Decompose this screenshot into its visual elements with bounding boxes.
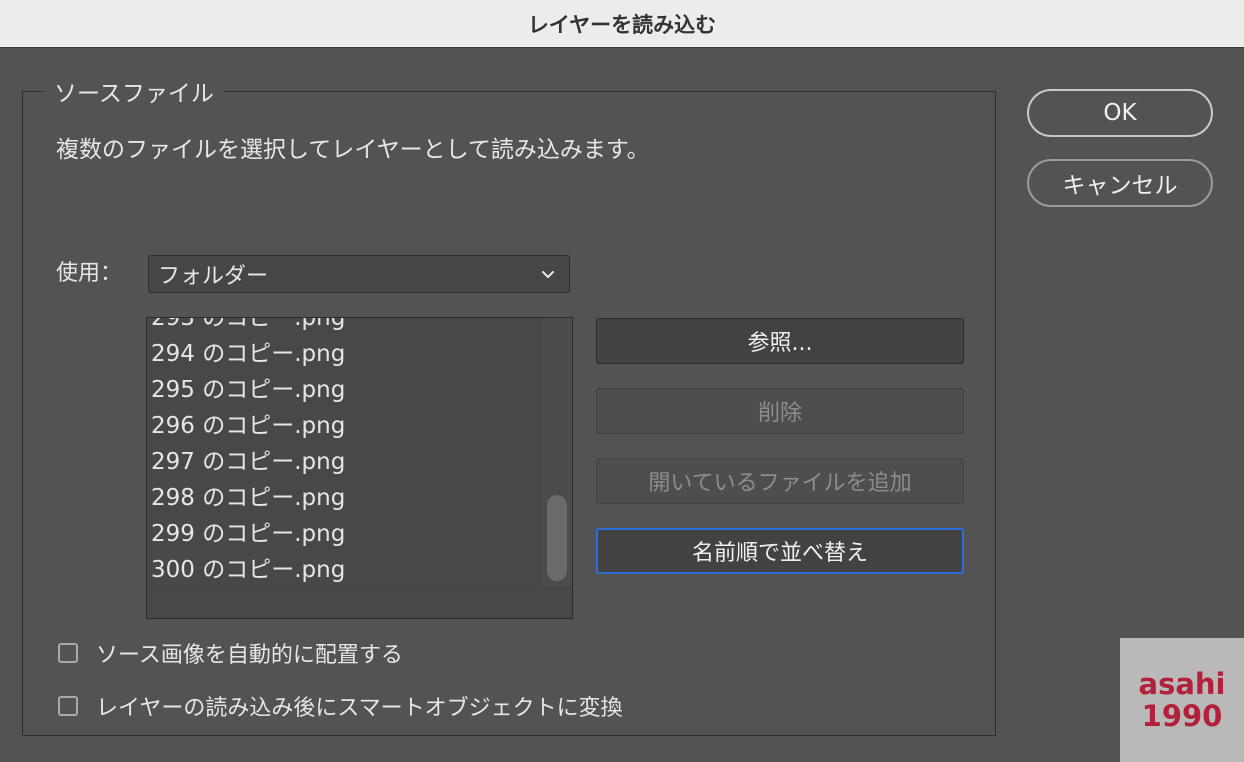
list-item[interactable]: 300 のコピー.png <box>151 552 345 588</box>
cancel-button[interactable]: キャンセル <box>1027 159 1213 207</box>
watermark-line1: asahi <box>1138 667 1226 701</box>
window-title: レイヤーを読み込む <box>527 12 717 37</box>
vertical-scrollbar[interactable] <box>541 318 572 588</box>
list-item[interactable]: 293 のコピー.png <box>151 318 345 336</box>
smart-object-label: レイヤーの読み込み後にスマートオブジェクトに変換 <box>96 696 623 721</box>
smart-object-checkbox-row[interactable]: レイヤーの読み込み後にスマートオブジェクトに変換 <box>58 690 623 722</box>
watermark-line2: 1990 <box>1141 699 1223 733</box>
list-item[interactable]: 299 のコピー.png <box>151 516 345 552</box>
add-open-files-button[interactable]: 開いているファイルを追加 <box>596 458 964 504</box>
auto-align-checkbox[interactable] <box>58 643 78 663</box>
list-item[interactable]: 294 のコピー.png <box>151 336 345 372</box>
list-item[interactable]: 298 のコピー.png <box>151 480 345 516</box>
list-item[interactable]: 297 のコピー.png <box>151 444 345 480</box>
list-item[interactable]: 296 のコピー.png <box>151 408 345 444</box>
sort-by-name-button[interactable]: 名前順で並べ替え <box>596 528 964 574</box>
auto-align-label: ソース画像を自動的に配置する <box>96 643 403 668</box>
use-dropdown[interactable]: フォルダー <box>148 255 570 293</box>
scrollbar-thumb[interactable] <box>547 495 567 581</box>
delete-button[interactable]: 削除 <box>596 388 964 434</box>
file-list[interactable]: 293 のコピー.png 294 のコピー.png 295 のコピー.png 2… <box>146 317 573 619</box>
title-bar: レイヤーを読み込む <box>0 0 1244 48</box>
auto-align-checkbox-row[interactable]: ソース画像を自動的に配置する <box>58 637 403 669</box>
smart-object-checkbox[interactable] <box>58 696 78 716</box>
description-text: 複数のファイルを選択してレイヤーとして読み込みます。 <box>56 137 650 163</box>
watermark-logo: asahi 1990 <box>1120 638 1244 762</box>
use-label: 使用： <box>56 261 123 286</box>
group-legend: ソースファイル <box>44 78 224 110</box>
chevron-down-icon <box>542 271 554 278</box>
ok-button[interactable]: OK <box>1027 89 1213 137</box>
use-dropdown-value: フォルダー <box>158 264 269 289</box>
horizontal-scrollbar[interactable] <box>147 587 572 618</box>
list-item[interactable]: 295 のコピー.png <box>151 372 345 408</box>
browse-button[interactable]: 参照... <box>596 318 964 364</box>
